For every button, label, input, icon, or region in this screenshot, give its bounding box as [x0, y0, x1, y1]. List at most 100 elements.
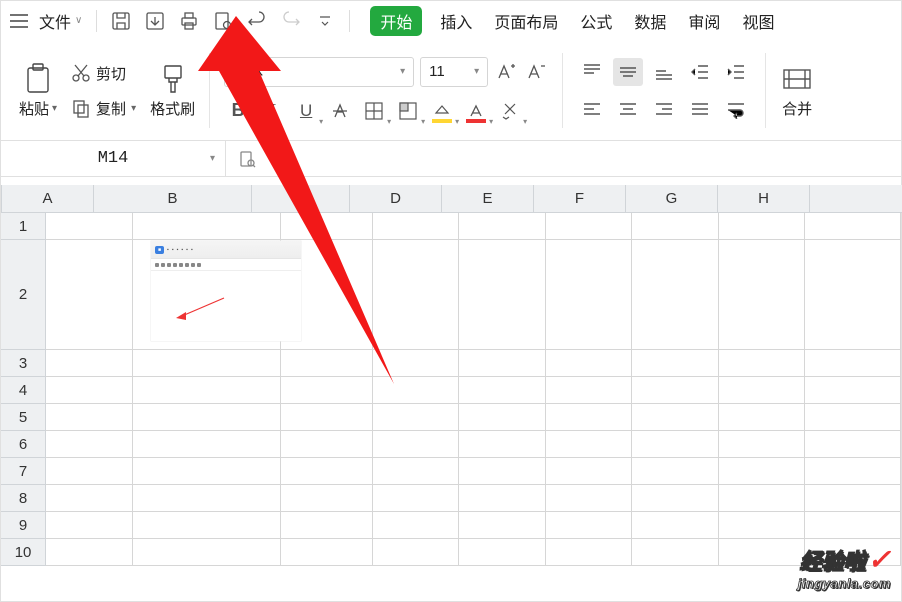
cell[interactable]	[546, 539, 632, 566]
cell[interactable]	[459, 512, 545, 539]
cell[interactable]	[46, 350, 132, 377]
cell[interactable]	[373, 485, 459, 512]
cell[interactable]	[46, 404, 132, 431]
cell[interactable]	[632, 512, 718, 539]
font-color-button[interactable]: ▾	[462, 97, 490, 125]
cell[interactable]	[373, 350, 459, 377]
merge-button[interactable]: 合并	[780, 62, 814, 119]
cell[interactable]	[632, 350, 718, 377]
cell[interactable]	[546, 485, 632, 512]
row-header[interactable]: 9	[1, 512, 46, 539]
italic-button[interactable]: I	[258, 97, 286, 125]
cancel-icon[interactable]	[232, 145, 262, 173]
cell[interactable]	[632, 458, 718, 485]
align-center-icon[interactable]	[613, 96, 643, 124]
cell[interactable]	[719, 431, 805, 458]
cell[interactable]	[133, 213, 281, 240]
cell[interactable]	[46, 512, 132, 539]
column-header[interactable]: D	[350, 185, 442, 213]
paste-button[interactable]: 粘贴▾	[19, 62, 57, 119]
cell[interactable]	[459, 485, 545, 512]
tab-formula[interactable]: 公式	[576, 7, 616, 35]
fill-color-button[interactable]: ▾	[428, 97, 456, 125]
more-quickaccess-icon[interactable]	[311, 7, 339, 35]
cell[interactable]	[46, 377, 132, 404]
cell[interactable]	[373, 431, 459, 458]
row-header[interactable]: 8	[1, 485, 46, 512]
cell[interactable]	[373, 377, 459, 404]
tab-page-layout[interactable]: 页面布局	[490, 7, 562, 35]
align-right-icon[interactable]	[649, 96, 679, 124]
cell[interactable]	[459, 539, 545, 566]
print-icon[interactable]	[175, 7, 203, 35]
cell[interactable]	[281, 213, 373, 240]
name-box[interactable]: M14 ▾	[1, 141, 226, 177]
cell[interactable]	[281, 485, 373, 512]
cell[interactable]	[373, 512, 459, 539]
cell[interactable]	[805, 350, 901, 377]
row-header[interactable]: 1	[1, 213, 46, 240]
align-top-icon[interactable]	[577, 58, 607, 86]
row-header[interactable]: 3	[1, 350, 46, 377]
formula-input[interactable]	[302, 141, 901, 177]
align-bottom-icon[interactable]	[649, 58, 679, 86]
cell[interactable]	[133, 458, 281, 485]
cell[interactable]	[632, 213, 718, 240]
cell[interactable]	[719, 539, 805, 566]
align-middle-icon[interactable]	[613, 58, 643, 86]
cell[interactable]	[632, 485, 718, 512]
cell[interactable]	[281, 350, 373, 377]
row-header[interactable]: 4	[1, 377, 46, 404]
cell[interactable]	[373, 458, 459, 485]
cell[interactable]	[133, 485, 281, 512]
cell[interactable]	[133, 377, 281, 404]
row-header[interactable]: 10	[1, 539, 46, 566]
cell[interactable]	[805, 377, 901, 404]
border-button[interactable]: ▾	[360, 97, 388, 125]
tab-insert[interactable]: 插入	[436, 7, 476, 35]
undo-icon[interactable]	[243, 7, 271, 35]
wrap-text-icon[interactable]	[721, 96, 751, 124]
save-as-icon[interactable]	[141, 7, 169, 35]
clear-format-button[interactable]: ▾	[496, 97, 524, 125]
cell[interactable]	[546, 512, 632, 539]
cell[interactable]	[719, 458, 805, 485]
tab-view[interactable]: 视图	[738, 7, 778, 35]
copy-button[interactable]: 复制▾	[71, 98, 136, 119]
cell[interactable]	[459, 404, 545, 431]
cell[interactable]	[632, 377, 718, 404]
row-header[interactable]: 2	[1, 240, 46, 350]
cell[interactable]	[133, 431, 281, 458]
cell[interactable]	[459, 213, 545, 240]
cell-style-button[interactable]: ▾	[394, 97, 422, 125]
strikethrough-button[interactable]	[326, 97, 354, 125]
cell[interactable]	[281, 404, 373, 431]
cut-button[interactable]: 剪切	[71, 63, 136, 84]
decrease-font-icon[interactable]	[524, 60, 548, 84]
cell[interactable]	[281, 512, 373, 539]
file-menu-button[interactable]: 文件 ∨	[35, 7, 86, 35]
cell[interactable]	[632, 404, 718, 431]
cell[interactable]	[805, 431, 901, 458]
bold-button[interactable]: B	[224, 97, 252, 125]
row-header[interactable]: 5	[1, 404, 46, 431]
cell[interactable]	[373, 404, 459, 431]
cell[interactable]	[46, 539, 132, 566]
cell[interactable]	[805, 512, 901, 539]
cell[interactable]	[133, 404, 281, 431]
cell[interactable]	[632, 539, 718, 566]
row-header[interactable]: 7	[1, 458, 46, 485]
cell[interactable]	[459, 431, 545, 458]
tab-data[interactable]: 数据	[630, 7, 670, 35]
cell[interactable]	[46, 240, 132, 350]
cell[interactable]	[546, 404, 632, 431]
cell[interactable]	[719, 485, 805, 512]
column-header[interactable]: A	[2, 185, 94, 213]
cell[interactable]	[281, 377, 373, 404]
tab-review[interactable]: 审阅	[684, 7, 724, 35]
cell[interactable]	[281, 431, 373, 458]
cell[interactable]	[459, 240, 545, 350]
redo-icon[interactable]	[277, 7, 305, 35]
cell[interactable]	[373, 539, 459, 566]
underline-button[interactable]: U▾	[292, 97, 320, 125]
